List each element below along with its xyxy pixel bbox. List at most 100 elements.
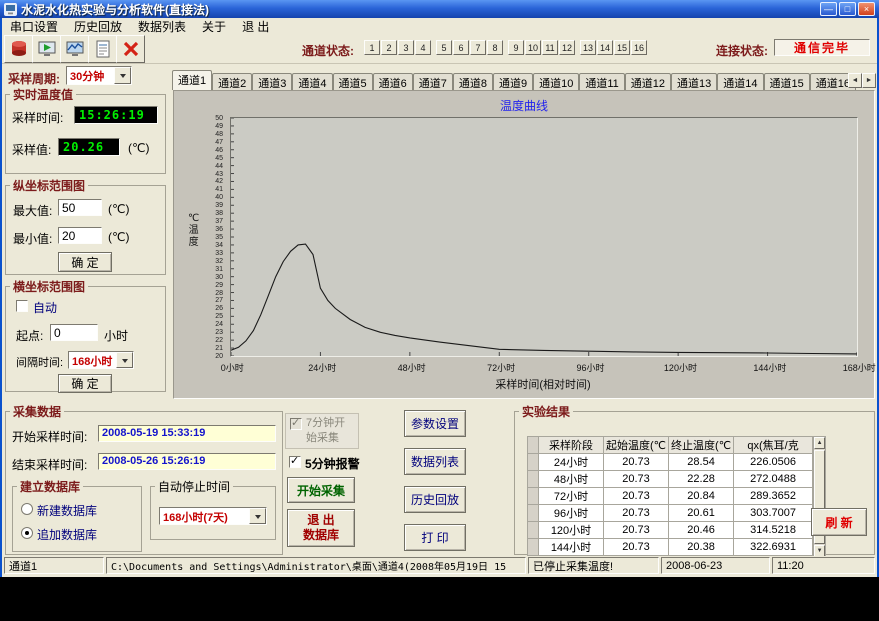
max-value-input[interactable]: 50: [58, 199, 102, 216]
results-header-2: 终止温度(℃: [669, 437, 734, 454]
print-button[interactable]: 打 印: [404, 524, 466, 551]
scroll-up-icon[interactable]: ▲: [814, 437, 825, 449]
start-collect-button[interactable]: 开始采集: [287, 477, 355, 503]
channel-button-6[interactable]: 6: [453, 40, 469, 55]
collect-data-group: 采集数据 开始采样时间: 2008-05-19 15:33:19 结束采样时间:…: [5, 403, 283, 555]
tab-通道15[interactable]: 通道15: [764, 73, 810, 90]
realtime-group: 实时温度值 采样时间: 15:26:19 采样值: 20.26 (℃): [5, 86, 166, 174]
channel-button-14[interactable]: 14: [597, 40, 613, 55]
database-tool-button[interactable]: [4, 35, 33, 63]
y-tick-label: 49: [215, 123, 223, 130]
title-bar[interactable]: 水泥水化热实验与分析软件(直接法) — □ ×: [0, 0, 879, 18]
alarm-checkbox[interactable]: [289, 456, 301, 468]
tab-通道11[interactable]: 通道11: [579, 73, 624, 90]
channel-button-4[interactable]: 4: [415, 40, 431, 55]
y-tick-label: 36: [215, 226, 223, 233]
channel-button-15[interactable]: 15: [614, 40, 630, 55]
menu-item-1[interactable]: 串口设置: [2, 18, 66, 35]
tab-通道8[interactable]: 通道8: [453, 73, 493, 90]
menu-item-3[interactable]: 数据列表: [130, 18, 194, 35]
channel-button-12[interactable]: 12: [559, 40, 575, 55]
y-tick-label: 20: [215, 353, 223, 360]
dropdown-arrow-icon[interactable]: [116, 352, 133, 368]
channel-button-5[interactable]: 5: [436, 40, 452, 55]
end-sample-time-value[interactable]: 2008-05-26 15:26:19: [98, 453, 276, 470]
chart-title: 温度曲线: [174, 97, 874, 114]
interval-dropdown[interactable]: 168小时: [68, 351, 134, 369]
y-tick-label: 40: [215, 194, 223, 201]
report-tool-button[interactable]: [88, 35, 117, 63]
dropdown-arrow-icon[interactable]: [249, 508, 266, 524]
channel-button-1[interactable]: 1: [364, 40, 380, 55]
channel-button-8[interactable]: 8: [487, 40, 503, 55]
report-icon: [93, 39, 113, 59]
tab-通道10[interactable]: 通道10: [533, 73, 579, 90]
start-point-input[interactable]: 0: [50, 324, 98, 341]
auto-stop-dropdown[interactable]: 168小时(7天): [159, 507, 267, 525]
tab-通道9[interactable]: 通道9: [493, 73, 533, 90]
tab-scroll-left-icon[interactable]: ◄: [848, 73, 862, 88]
table-cell: 120小时: [539, 522, 604, 539]
history-playback-button[interactable]: 历史回放: [404, 486, 466, 513]
interval-label: 间隔时间:: [16, 354, 63, 370]
new-db-radio[interactable]: [21, 503, 33, 515]
min-value-input[interactable]: 20: [58, 227, 102, 244]
refresh-button[interactable]: 刷 新: [811, 508, 867, 536]
close-button[interactable]: ×: [858, 2, 875, 16]
collect-data-group-title: 采集数据: [10, 403, 64, 420]
menu-item-5[interactable]: 退 出: [234, 18, 277, 35]
minimize-button[interactable]: —: [820, 2, 837, 16]
x-tick-label: 96小时: [576, 361, 604, 374]
start-sample-time-value[interactable]: 2008-05-19 15:33:19: [98, 425, 276, 442]
tab-通道1[interactable]: 通道1: [172, 70, 212, 90]
min-value-label: 最小值:: [13, 230, 52, 247]
params-button[interactable]: 参数设置: [404, 410, 466, 437]
y-tick-label: 41: [215, 186, 223, 193]
status-bar: 通道1 C:\Documents and Settings\Administra…: [2, 556, 877, 575]
tab-通道13[interactable]: 通道13: [671, 73, 717, 90]
channel-button-11[interactable]: 11: [542, 40, 558, 55]
tab-通道3[interactable]: 通道3: [252, 73, 292, 90]
channel-button-9[interactable]: 9: [508, 40, 524, 55]
auto-checkbox[interactable]: [16, 300, 28, 312]
data-list-button[interactable]: 数据列表: [404, 448, 466, 475]
connect-status-label: 连接状态:: [716, 42, 768, 59]
y-tick-label: 46: [215, 147, 223, 154]
table-cell: 20.73: [604, 471, 669, 488]
dropdown-arrow-icon[interactable]: [114, 67, 131, 84]
menu-item-4[interactable]: 关于: [194, 18, 234, 35]
tab-通道2[interactable]: 通道2: [212, 73, 252, 90]
channel-button-13[interactable]: 13: [580, 40, 596, 55]
tab-通道6[interactable]: 通道6: [373, 73, 413, 90]
channel-button-7[interactable]: 7: [470, 40, 486, 55]
tab-通道7[interactable]: 通道7: [413, 73, 453, 90]
exit-database-button[interactable]: 退 出 数据库: [287, 509, 355, 547]
channel-button-10[interactable]: 10: [525, 40, 541, 55]
y-range-ok-button[interactable]: 确 定: [58, 252, 112, 272]
channel-button-3[interactable]: 3: [398, 40, 414, 55]
results-header-1: 起始温度(℃: [604, 437, 669, 454]
tab-通道14[interactable]: 通道14: [717, 73, 763, 90]
interval-value: 168小时: [72, 353, 112, 369]
channel-button-16[interactable]: 16: [631, 40, 647, 55]
exit-tool-button[interactable]: [116, 35, 145, 63]
maximize-button[interactable]: □: [839, 2, 856, 16]
alarm-checkbox-label: 5分钟报警: [305, 455, 360, 472]
tab-scroll-right-icon[interactable]: ►: [862, 73, 876, 88]
toolbar: 通道状态: 12345678910111213141516 连接状态: 通信完毕: [2, 34, 877, 64]
tab-通道12[interactable]: 通道12: [625, 73, 671, 90]
channel-button-2[interactable]: 2: [381, 40, 397, 55]
display-tool-button[interactable]: [60, 35, 89, 63]
tab-通道5[interactable]: 通道5: [333, 73, 373, 90]
end-sample-time-label: 结束采样时间:: [12, 456, 87, 473]
y-tick-label: 22: [215, 337, 223, 344]
sampling-period-dropdown[interactable]: 30分钟: [66, 66, 132, 85]
menu-item-2[interactable]: 历史回放: [66, 18, 130, 35]
results-scrollbar[interactable]: ▲ ▼: [813, 436, 826, 558]
acquire-tool-button[interactable]: [32, 35, 61, 63]
append-db-radio[interactable]: [21, 527, 33, 539]
x-range-ok-button[interactable]: 确 定: [58, 374, 112, 393]
y-tick-label: 34: [215, 242, 223, 249]
tab-通道4[interactable]: 通道4: [292, 73, 332, 90]
y-axis-ticks: 5049484746454443424140393837363534333231…: [200, 117, 226, 355]
